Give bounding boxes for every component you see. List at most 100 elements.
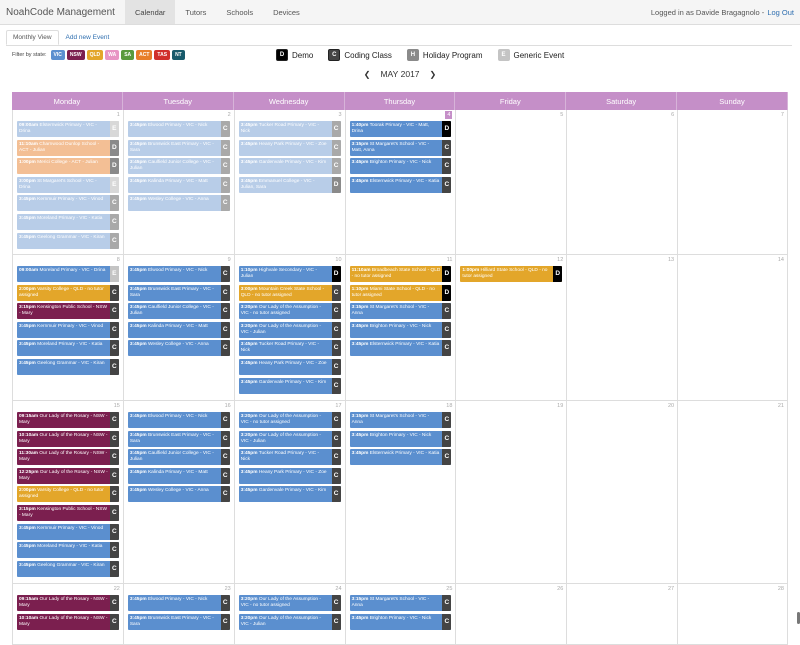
calendar-event[interactable]: 3:45pm Elwood Primary - VIC - Nick C	[127, 266, 230, 282]
day-cell[interactable]: 20	[566, 401, 677, 583]
day-cell[interactable]: 5	[455, 110, 566, 254]
calendar-event[interactable]: 3:45pm Elsternwick Primary - VIC - Katia…	[349, 176, 452, 193]
calendar-event[interactable]: 09:15am Our Lady of the Rosary - NSW - M…	[17, 595, 119, 611]
calendar-event[interactable]: 3:45pm Brighton Primary - VIC - Nick C	[349, 613, 452, 630]
day-cell[interactable]: 6	[566, 110, 677, 254]
calendar-event[interactable]: 3:45pm Wesley College - VIC - Anna C	[127, 486, 230, 503]
filter-state-nt[interactable]: NT	[172, 50, 185, 60]
calendar-event[interactable]: 3:45pm Kalinda Primary - VIC - Matt C	[127, 467, 230, 484]
calendar-event[interactable]: 10:10am Our Lady of the Rosary - NSW - M…	[17, 613, 119, 630]
calendar-event[interactable]: 3:45pm Tucker Road Primary - VIC - Nick C	[238, 121, 341, 137]
nav-schools[interactable]: Schools	[216, 0, 263, 24]
calendar-event[interactable]: 3:45pm Caulfield Junior College - VIC - …	[127, 303, 230, 320]
calendar-event[interactable]: 3:45pm Kernmuir Primary - VIC - Vinod C	[17, 195, 119, 212]
calendar-event[interactable]: 3:00pm Mountain Creek State School - QLD…	[238, 284, 341, 301]
day-cell[interactable]: 22 09:15am Our Lady of the Rosary - NSW -…	[12, 584, 123, 644]
calendar-event[interactable]: 10:10am Our Lady of the Rosary - NSW - M…	[17, 430, 119, 447]
calendar-event[interactable]: 3:45pm Brunswick East Primary - VIC - Sa…	[127, 284, 230, 301]
calendar-event[interactable]: 3:45pm Moreland Primary - VIC - Katia C	[17, 542, 119, 559]
day-cell[interactable]: 10 1:10pm Highvale Secondary - VIC - Juli…	[233, 255, 345, 400]
day-cell[interactable]: 9 3:45pm Elwood Primary - VIC - Nick C 3:45…	[122, 255, 234, 400]
day-cell[interactable]: 7	[677, 110, 788, 254]
calendar-event[interactable]: 3:20pm Our Lady of the Assumption - VIC …	[238, 412, 341, 428]
calendar-event[interactable]: 3:20pm Our Lady of the Assumption - VIC …	[238, 321, 341, 338]
calendar-event[interactable]: 3:45pm Emmanuel College - VIC - Julian, …	[238, 176, 341, 193]
calendar-event[interactable]: 3:20pm Our Lady of the Assumption - VIC …	[238, 430, 341, 447]
day-cell[interactable]: 16 3:45pm Elwood Primary - VIC - Nick C 3:4…	[122, 401, 234, 583]
calendar-event[interactable]: 1:00pm Hilliard State School - QLD - no …	[460, 266, 563, 282]
calendar-event[interactable]: 3:45pm Elsternwick Primary - VIC - Katia…	[349, 340, 452, 357]
calendar-event[interactable]: 3:45pm Heany Park Primary - VIC - Zoe C	[238, 139, 341, 156]
calendar-event[interactable]: 09:00am Moreland Primary - VIC - Drina E	[17, 266, 119, 282]
calendar-event[interactable]: 09:15am Our Lady of the Rosary - NSW - M…	[17, 412, 119, 428]
calendar-event[interactable]: 3:15pm Kensington Public School - NSW - …	[17, 505, 119, 521]
calendar-event[interactable]: 3:45pm Kernmuir Primary - VIC - Vinod C	[17, 523, 119, 540]
calendar-event[interactable]: 3:20pm Our Lady of the Assumption - VIC …	[238, 303, 341, 320]
filter-state-nsw[interactable]: NSW	[66, 50, 85, 60]
calendar-event[interactable]: 3:45pm Brighton Primary - VIC - Nick C	[349, 158, 452, 175]
day-cell[interactable]: 18 3:15pm St Margaret's School - VIC - An…	[344, 401, 456, 583]
calendar-event[interactable]: 3:45pm Brunswick East Primary - VIC - Sa…	[127, 139, 230, 156]
filter-state-vic[interactable]: VIC	[50, 50, 65, 60]
calendar-event[interactable]: 3:20pm Our Lady of the Assumption - VIC …	[238, 613, 341, 630]
calendar-event[interactable]: 11:10am Charnwood Dunlop School - ACT - …	[17, 139, 119, 156]
calendar-event[interactable]: 1:00pm Merici College - ACT - Julian D	[17, 158, 119, 175]
calendar-event[interactable]: 3:45pm Heany Park Primary - VIC - Zoe C	[238, 359, 341, 375]
calendar-event[interactable]: 3:45pm Brunswick East Primary - VIC - Sa…	[127, 613, 230, 630]
day-cell[interactable]: 13	[566, 255, 677, 400]
logout-link[interactable]: Log Out	[767, 8, 794, 17]
prev-month-icon[interactable]: ❮	[364, 70, 371, 79]
filter-state-wa[interactable]: WA	[105, 50, 120, 60]
day-cell[interactable]: 14	[677, 255, 788, 400]
calendar-event[interactable]: 3:45pm Heany Park Primary - VIC - Zoe C	[238, 467, 341, 484]
filter-state-act[interactable]: ACT	[136, 50, 153, 60]
day-cell[interactable]: 1 09:00am Elsternwick Primary - VIC - Dri…	[12, 110, 123, 254]
filter-state-sa[interactable]: SA	[121, 50, 135, 60]
calendar-event[interactable]: 3:45pm Tucker Road Primary - VIC - Nick C	[238, 340, 341, 357]
calendar-event[interactable]: 3:45pm Tucker Road Primary - VIC - Nick C	[238, 449, 341, 466]
calendar-event[interactable]: 3:20pm Our Lady of the Assumption - VIC …	[238, 595, 341, 611]
day-cell[interactable]: 8 09:00am Moreland Primary - VIC - Drina E…	[12, 255, 123, 400]
calendar-event[interactable]: 2:00pm Varsity College - QLD - no tutor …	[17, 284, 119, 301]
calendar-event[interactable]: 3:45pm Geelong Grammar - VIC - Kiran C	[17, 560, 119, 577]
calendar-event[interactable]: 1:40pm Toorak Primary - VIC - Matt, Drin…	[349, 121, 452, 137]
day-cell[interactable]: 3 3:45pm Tucker Road Primary - VIC - Nick…	[233, 110, 345, 254]
calendar-event[interactable]: 3:45pm Kalinda Primary - VIC - Matt C	[127, 176, 230, 193]
calendar-event[interactable]: 3:00pm St Margaret's School - VIC - Drin…	[17, 176, 119, 193]
day-cell[interactable]: 4 1:40pm Toorak Primary - VIC - Matt, Dri…	[344, 110, 456, 254]
calendar-event[interactable]: 2:00pm Varsity College - QLD - no tutor …	[17, 486, 119, 503]
day-cell[interactable]: 25 3:15pm St Margaret's School - VIC - An…	[344, 584, 456, 644]
calendar-event[interactable]: 11:10am Broadbeach State School - QLD - …	[349, 266, 452, 282]
calendar-event[interactable]: 3:45pm Caulfield Junior College - VIC - …	[127, 158, 230, 175]
calendar-event[interactable]: 12:25pm Our Lady of the Rosary - NSW - M…	[17, 467, 119, 484]
calendar-event[interactable]: 3:15pm St Margaret's School - VIC - Matt…	[349, 139, 452, 156]
calendar-event[interactable]: 3:45pm Kernmuir Primary - VIC - Vinod C	[17, 321, 119, 338]
calendar-event[interactable]: 3:45pm Gardenvale Primary - VIC - Kim C	[238, 158, 341, 175]
tab-add-new-event[interactable]: Add new Event	[59, 30, 117, 45]
calendar-event[interactable]: 3:45pm Elwood Primary - VIC - Nick C	[127, 595, 230, 611]
filter-state-qld[interactable]: QLD	[86, 50, 104, 60]
day-cell[interactable]: 11 11:10am Broadbeach State School - QLD …	[344, 255, 456, 400]
calendar-event[interactable]: 11:30am Our Lady of the Rosary - NSW - M…	[17, 449, 119, 466]
calendar-event[interactable]: 3:45pm Elsternwick Primary - VIC - Katia…	[349, 449, 452, 466]
nav-calendar[interactable]: Calendar	[124, 0, 176, 24]
day-cell[interactable]: 23 3:45pm Elwood Primary - VIC - Nick C 3:4…	[122, 584, 234, 644]
calendar-event[interactable]: 3:15pm St Margaret's School - VIC - Anna…	[349, 595, 452, 611]
calendar-event[interactable]: 3:45pm Moreland Primary - VIC - Katia C	[17, 214, 119, 230]
calendar-event[interactable]: 3:45pm Brunswick East Primary - VIC - Sa…	[127, 430, 230, 447]
day-cell[interactable]: 12 1:00pm Hilliard State School - QLD - n…	[455, 255, 566, 400]
calendar-event[interactable]: 3:45pm Gardenvale Primary - VIC - Kim C	[238, 377, 341, 394]
tab-monthly-view[interactable]: Monthly View	[6, 30, 59, 45]
calendar-event[interactable]: 3:15pm Kensington Public School - NSW - …	[17, 303, 119, 320]
calendar-event[interactable]: 3:45pm Geelong Grammar - VIC - Kiran C	[17, 359, 119, 375]
nav-devices[interactable]: Devices	[263, 0, 310, 24]
calendar-event[interactable]: 3:45pm Elwood Primary - VIC - Nick C	[127, 412, 230, 428]
calendar-event[interactable]: 3:15pm St Margaret's School - VIC - Anna…	[349, 303, 452, 320]
calendar-event[interactable]: 3:45pm Wesley College - VIC - Anna C	[127, 340, 230, 357]
day-cell[interactable]: 17 3:20pm Our Lady of the Assumption - VI…	[233, 401, 345, 583]
calendar-event[interactable]: 1:10pm Miami State School - QLD - no tut…	[349, 284, 452, 301]
calendar-event[interactable]: 3:45pm Brighton Primary - VIC - Nick C	[349, 321, 452, 338]
calendar-event[interactable]: 3:45pm Brighton Primary - VIC - Nick C	[349, 430, 452, 447]
day-cell[interactable]: 21	[677, 401, 788, 583]
calendar-event[interactable]: 3:45pm Kalinda Primary - VIC - Matt C	[127, 321, 230, 338]
